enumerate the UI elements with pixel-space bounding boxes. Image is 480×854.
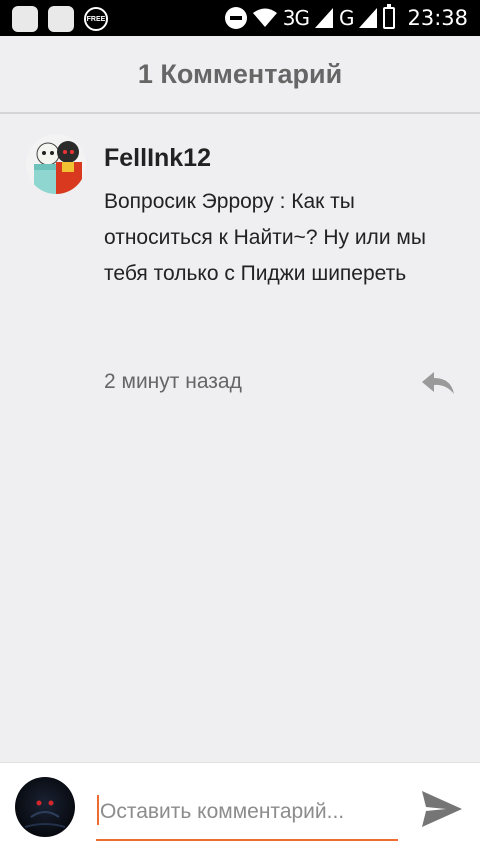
status-bar: FREE 3G G 23:38 [0, 0, 480, 36]
signal-icon [314, 8, 333, 28]
user-avatar-image [15, 777, 75, 837]
comment-input-bar [0, 762, 480, 854]
signal-icon [359, 8, 378, 28]
wifi-icon [252, 8, 277, 27]
comment-timestamp: 2 минут назад [104, 370, 242, 393]
avatar-image [26, 134, 86, 194]
do-not-disturb-icon [224, 7, 247, 29]
clock: 23:38 [407, 6, 468, 30]
comment-author[interactable]: FellInk12 [104, 144, 211, 173]
user-avatar [15, 777, 75, 837]
network-g-label: G [338, 6, 354, 30]
status-bar-right: 3G G 23:38 [224, 0, 468, 36]
app-square-icon [48, 6, 74, 32]
text-cursor [97, 795, 99, 825]
comment-input[interactable] [96, 789, 398, 841]
page-title: 1 Комментарий [137, 58, 343, 89]
network-3g-label: 3G [282, 6, 310, 30]
battery-charging-icon [383, 4, 396, 29]
avatar[interactable] [26, 134, 86, 194]
reply-icon[interactable] [420, 370, 456, 396]
free-badge-icon: FREE [84, 7, 108, 31]
send-icon[interactable] [420, 789, 464, 829]
header: 1 Комментарий [0, 36, 480, 114]
comment-text: Вопросик Эррору : Как ты относиться к На… [104, 190, 426, 285]
app-square-icon [12, 6, 38, 32]
status-bar-left: FREE [12, 6, 108, 32]
